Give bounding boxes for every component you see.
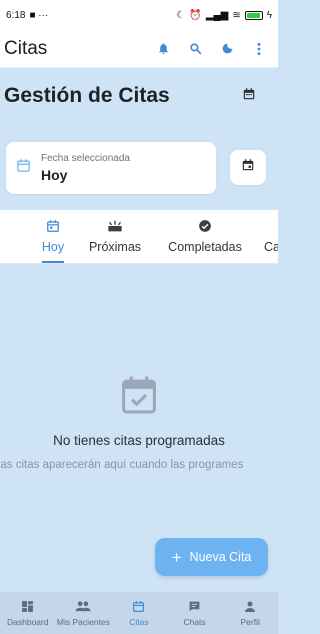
nav-dashboard[interactable]: Dashboard xyxy=(0,592,56,634)
bottom-nav: Dashboard Mis Pacientes Citas Chats Perf… xyxy=(0,592,278,634)
person-icon xyxy=(244,599,256,613)
status-extra: ■ ··· xyxy=(29,9,49,21)
battery-icon xyxy=(244,10,263,20)
upcoming-icon xyxy=(107,218,123,234)
empty-title: No tienes citas programadas xyxy=(53,433,225,448)
people-icon xyxy=(75,599,91,613)
alarm-status-icon: ⏰ xyxy=(189,9,202,21)
fab-label: Nueva Cita xyxy=(189,550,252,564)
nav-label: Dashboard xyxy=(7,617,49,627)
dashboard-icon xyxy=(21,599,34,613)
page-title: Gestión de Citas xyxy=(4,84,170,107)
event-icon xyxy=(241,158,255,177)
date-label: Fecha seleccionada xyxy=(41,153,130,164)
date-selector[interactable]: Fecha seleccionada Hoy xyxy=(6,142,216,194)
bell-icon[interactable] xyxy=(156,42,170,56)
nav-label: Mis Pacientes xyxy=(56,617,110,627)
nav-label: Citas xyxy=(129,617,149,627)
calendar-today-icon xyxy=(46,218,60,234)
date-picker-button[interactable] xyxy=(230,150,266,185)
nav-citas[interactable]: Citas xyxy=(111,592,167,634)
tab-proximas[interactable]: Próximas xyxy=(86,210,144,263)
tab-indicator xyxy=(42,261,64,263)
plus-icon: + xyxy=(171,547,182,567)
chat-icon xyxy=(188,599,201,613)
tab-label: Completadas xyxy=(168,240,242,254)
moon-status-icon: ☾ xyxy=(176,9,186,21)
nav-chats[interactable]: Chats xyxy=(167,592,223,634)
tab-label: Ca xyxy=(264,240,278,254)
app-title: Citas xyxy=(4,37,48,59)
app-bar: Citas xyxy=(0,30,278,68)
tab-label: Hoy xyxy=(41,240,65,254)
empty-subtitle: Las citas aparecerán aquí cuando las pro… xyxy=(0,459,244,471)
charging-icon: ϟ xyxy=(266,9,272,21)
nav-perfil[interactable]: Perfil xyxy=(222,592,278,634)
nav-mis-pacientes[interactable]: Mis Pacientes xyxy=(56,592,112,634)
search-icon[interactable] xyxy=(188,42,202,56)
wifi-icon: ≋ xyxy=(232,9,241,21)
status-bar: 6:18 ■ ··· ☾ ⏰ ▂▄▆ ≋ ϟ xyxy=(0,0,278,30)
tab-canceladas[interactable]: Ca xyxy=(264,210,278,263)
new-appointment-button[interactable]: + Nueva Cita xyxy=(155,538,268,576)
more-vert-icon[interactable] xyxy=(252,42,266,56)
calendar-icon xyxy=(16,158,31,178)
nav-label: Chats xyxy=(183,617,206,627)
signal-icon: ▂▄▆ xyxy=(205,9,229,21)
event-available-icon xyxy=(0,375,278,415)
calendar-month-icon[interactable] xyxy=(242,87,256,106)
empty-state: No tienes citas programadas Las citas ap… xyxy=(0,375,278,471)
dark-mode-icon[interactable] xyxy=(220,42,234,56)
tab-hoy[interactable]: Hoy xyxy=(36,210,70,263)
tab-completadas[interactable]: Completadas xyxy=(164,210,246,263)
status-time: 6:18 xyxy=(6,9,26,21)
tab-label: Próximas xyxy=(88,240,142,254)
calendar-icon xyxy=(132,599,145,613)
date-value: Hoy xyxy=(41,167,68,183)
check-circle-icon xyxy=(198,218,212,234)
section-header: Gestión de Citas xyxy=(0,80,278,112)
nav-label: Perfil xyxy=(240,617,260,627)
tab-bar: Hoy Próximas Completadas Ca xyxy=(0,210,278,264)
